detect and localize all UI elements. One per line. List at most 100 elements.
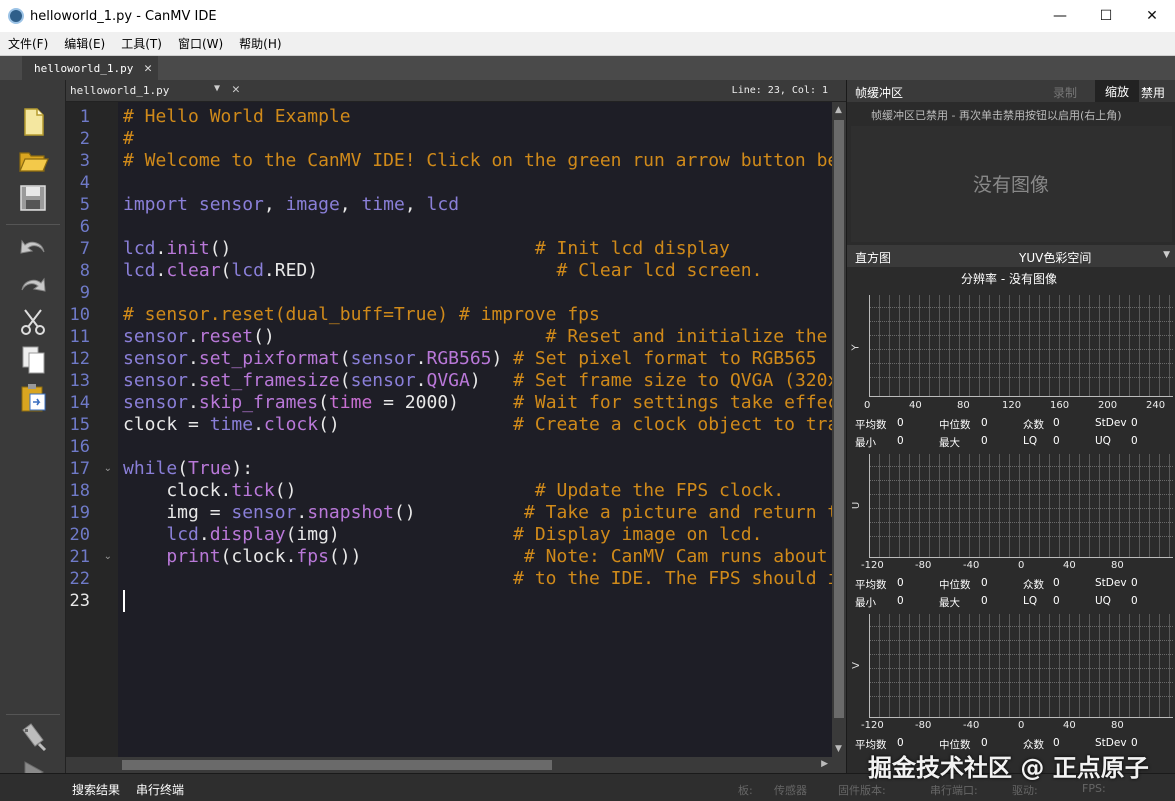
line-number: 12 (69, 349, 90, 369)
code-token: # Clear lcd screen. (556, 260, 763, 281)
line-number: 18 (69, 481, 90, 501)
stat-value: 0 (1131, 435, 1138, 447)
tab-helloworld[interactable]: helloworld_1.py ✕ (22, 56, 158, 80)
stat-value: 0 (981, 417, 988, 429)
fold-chevron-icon[interactable]: ⌄ (104, 458, 112, 480)
code-token: time (328, 392, 373, 413)
serial-terminal-tab[interactable]: 串行终端 (136, 781, 184, 798)
gutter-footer (66, 757, 118, 773)
code-token: ( (339, 370, 351, 391)
stat-value: 0 (981, 595, 988, 607)
close-window-button[interactable]: ✕ (1129, 0, 1175, 32)
code-token: () (209, 238, 535, 259)
close-file-icon[interactable]: ✕ (232, 82, 240, 97)
maximize-button[interactable]: ☐ (1083, 0, 1129, 32)
code-token: lcd (231, 260, 264, 281)
code-token: img = (123, 502, 232, 523)
serial-port-status: 串行端口: (930, 784, 978, 797)
code-token: (clock. (220, 546, 297, 567)
u-axis-label: U (851, 501, 863, 510)
paste-icon[interactable] (17, 382, 49, 414)
line-number: 23 (69, 591, 90, 611)
code-editor[interactable]: # Hello World Example # # Welcome to the C… (118, 102, 832, 757)
vertical-scrollbar[interactable]: ▲ ▼ (832, 102, 846, 757)
scroll-right-icon[interactable]: ▶ (821, 759, 828, 769)
code-token: # Display image on lcd. (513, 524, 763, 545)
code-token: lcd (166, 524, 199, 545)
vertical-scroll-thumb[interactable] (834, 120, 844, 718)
code-token: , (339, 194, 362, 215)
zoom-button[interactable]: 缩放 (1095, 80, 1139, 102)
save-icon[interactable] (17, 182, 49, 214)
horizontal-scrollbar[interactable]: ▶ (118, 757, 832, 773)
scroll-down-icon[interactable]: ▼ (835, 744, 842, 754)
code-token: () (253, 326, 546, 347)
line-number: 5 (79, 195, 90, 215)
copy-icon[interactable] (17, 344, 49, 376)
stat-value: 0 (981, 577, 988, 589)
line-number: 7 (79, 239, 90, 259)
new-file-icon[interactable] (17, 106, 49, 138)
code-line: sensor.skip_frames(time = 2000) # Wait f… (123, 392, 832, 414)
menu-help[interactable]: 帮助(H) (231, 35, 289, 52)
code-token: sensor (123, 392, 189, 413)
code-token: # to the IDE. The FPS should increase on… (513, 568, 832, 589)
code-token: , (263, 194, 286, 215)
tab-label: helloworld_1.py (34, 61, 134, 75)
code-token: ( (220, 260, 232, 281)
scrollbar-corner (832, 757, 846, 773)
tick-label: 80 (1111, 720, 1124, 731)
code-token: snapshot (307, 502, 394, 523)
histogram-y-plot (869, 295, 1173, 397)
code-token: . (415, 348, 427, 369)
connect-icon[interactable] (17, 720, 49, 752)
open-folder-icon[interactable] (17, 144, 49, 176)
fps-status: FPS: (1082, 782, 1106, 795)
undo-icon[interactable] (17, 230, 49, 262)
record-button[interactable]: 录制 (1053, 84, 1077, 101)
minimize-button[interactable]: — (1037, 0, 1083, 32)
redo-icon[interactable] (17, 268, 49, 300)
fold-chevron-icon[interactable]: ⌄ (104, 546, 112, 568)
stat-label: 平均数 (855, 419, 887, 431)
code-token: # Hello World Example (123, 106, 351, 127)
scroll-up-icon[interactable]: ▲ (835, 105, 842, 115)
code-token: (img) (285, 524, 514, 545)
code-token: . (155, 260, 167, 281)
code-token: # Wait for settings take effect. (513, 392, 832, 413)
horizontal-scroll-thumb[interactable] (122, 760, 552, 770)
file-selector[interactable]: helloworld_1.py (70, 84, 169, 97)
line-number: 21 (69, 547, 90, 567)
code-token: . (296, 502, 308, 523)
tick-label: 160 (1050, 400, 1070, 411)
tick-label: 0 (1018, 720, 1025, 731)
code-token: . (188, 370, 199, 391)
chevron-down-icon[interactable]: ▼ (1163, 250, 1170, 260)
tab-strip: helloworld_1.py ✕ (0, 56, 1175, 80)
cut-icon[interactable] (17, 306, 49, 338)
code-token: image (285, 194, 340, 215)
menu-window[interactable]: 窗口(W) (170, 35, 231, 52)
chevron-down-icon[interactable]: ▼ (214, 83, 220, 94)
menu-file[interactable]: 文件(F) (0, 35, 56, 52)
menu-tools[interactable]: 工具(T) (113, 35, 170, 52)
stat-label: 中位数 (939, 579, 971, 591)
code-line: sensor.set_pixformat(sensor.RGB565) # Se… (123, 348, 817, 370)
tab-close-icon[interactable]: ✕ (144, 61, 152, 76)
code-token: clock (263, 414, 319, 435)
code-line: # sensor.reset(dual_buff=True) # improve… (123, 304, 600, 326)
code-token: sensor (123, 326, 189, 347)
line-number: 11 (69, 327, 90, 347)
code-token: # Note: CanMV Cam runs about half as fas… (524, 546, 828, 567)
disable-button[interactable]: 禁用 (1141, 84, 1165, 101)
code-token: display (209, 524, 286, 545)
stat-label: StDev (1095, 577, 1127, 589)
menu-edit[interactable]: 编辑(E) (56, 35, 113, 52)
color-space-select[interactable]: YUV色彩空间 (1019, 249, 1091, 266)
code-line: # (123, 128, 134, 150)
line-number: 17 (69, 459, 90, 479)
search-results-tab[interactable]: 搜索结果 (72, 781, 120, 798)
tick-label: -80 (915, 720, 932, 731)
